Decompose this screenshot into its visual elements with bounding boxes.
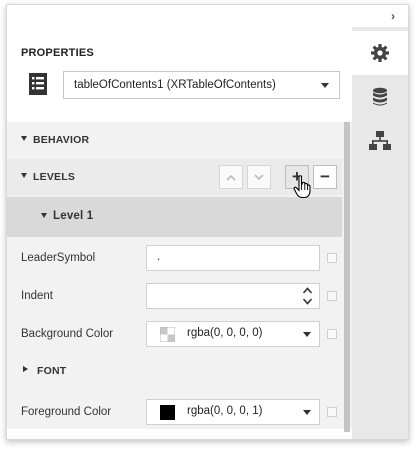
remove-level-button[interactable]: − (313, 165, 337, 189)
section-levels-label: LEVELS (33, 171, 76, 183)
foreground-color-dropdown[interactable]: rgba(0, 0, 0, 1) (146, 399, 320, 425)
section-font[interactable]: FONT (7, 353, 342, 391)
property-row-background-color: Background Color rgba(0, 0, 0, 0) (7, 315, 342, 353)
background-color-label: Background Color (21, 328, 114, 340)
section-levels[interactable]: LEVELS + − (7, 159, 342, 195)
selected-object-text: tableOfContents1 (XRTableOfContents) (74, 79, 276, 91)
side-toolstrip (352, 27, 408, 439)
foreground-color-label: Foreground Color (21, 406, 112, 418)
properties-tab[interactable] (352, 31, 408, 75)
properties-window: › PROPERTIES tableOfContents1 (XRTableOf… (6, 4, 409, 440)
property-grid: BEHAVIOR LEVELS + − Level 1 LeaderSymbol… (7, 122, 342, 429)
collapsed-triangle-icon (23, 366, 28, 372)
scrollbar-thumb[interactable] (344, 122, 350, 432)
leader-symbol-value: . (157, 251, 161, 263)
foreground-swatch (160, 405, 175, 420)
hierarchy-icon (369, 131, 391, 150)
expand-triangle-icon (41, 213, 47, 218)
background-color-dropdown[interactable]: rgba(0, 0, 0, 0) (146, 321, 320, 347)
chevron-down-icon (303, 332, 311, 337)
object-selector-row: tableOfContents1 (XRTableOfContents) (21, 71, 340, 99)
section-level-1-label: Level 1 (53, 210, 94, 222)
indent-checkbox[interactable] (327, 291, 337, 301)
spin-up-icon[interactable] (303, 287, 312, 294)
panel-title: PROPERTIES (21, 47, 94, 59)
chevron-down-icon (303, 410, 311, 415)
minus-icon: − (320, 167, 330, 186)
data-source-tab[interactable] (352, 75, 408, 119)
section-level-1[interactable]: Level 1 (7, 197, 342, 237)
list-icon (29, 73, 47, 95)
top-bar: › (7, 5, 408, 27)
object-selector-dropdown[interactable]: tableOfContents1 (XRTableOfContents) (63, 71, 340, 99)
leader-symbol-label: LeaderSymbol (21, 252, 96, 264)
down-arrow-icon (254, 173, 264, 180)
chevron-down-icon (321, 83, 329, 88)
property-row-leader-symbol: LeaderSymbol . (7, 239, 342, 277)
expand-triangle-icon (21, 173, 27, 178)
report-explorer-tab[interactable] (352, 119, 408, 163)
indent-label: Indent (21, 290, 53, 302)
background-color-checkbox[interactable] (327, 329, 337, 339)
foreground-color-value: rgba(0, 0, 0, 1) (187, 405, 263, 417)
transparent-swatch (160, 327, 175, 342)
property-row-foreground-color: Foreground Color rgba(0, 0, 0, 1) (7, 393, 342, 429)
property-row-indent: Indent (7, 277, 342, 315)
spin-down-icon[interactable] (303, 298, 312, 305)
database-icon (373, 87, 387, 106)
move-up-button[interactable] (219, 165, 243, 189)
leader-symbol-checkbox[interactable] (327, 253, 337, 263)
vertical-scrollbar[interactable] (342, 122, 352, 432)
properties-panel: PROPERTIES tableOfContents1 (XRTableOfCo… (7, 27, 352, 439)
background-color-value: rgba(0, 0, 0, 0) (187, 327, 263, 339)
indent-spin-editor[interactable] (146, 283, 320, 309)
up-arrow-icon (226, 174, 236, 181)
foreground-color-checkbox[interactable] (327, 407, 337, 417)
leader-symbol-input[interactable]: . (146, 245, 320, 271)
expand-triangle-icon (21, 136, 27, 141)
hand-cursor-icon (293, 175, 311, 199)
section-behavior[interactable]: BEHAVIOR (7, 122, 342, 158)
section-behavior-label: BEHAVIOR (33, 134, 90, 146)
move-down-button[interactable] (247, 165, 271, 189)
gear-icon (371, 44, 389, 62)
section-font-label: FONT (37, 365, 67, 377)
collapse-panel-icon[interactable]: › (386, 9, 400, 23)
